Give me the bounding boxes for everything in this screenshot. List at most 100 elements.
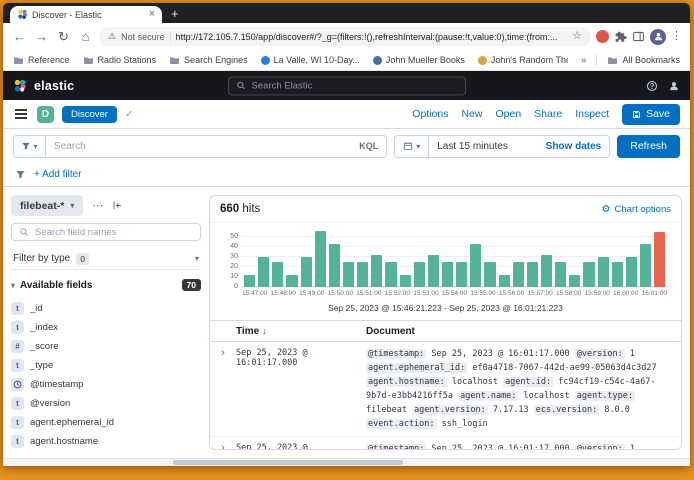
forward-icon[interactable]: → [33, 30, 50, 43]
doc-field-key: @version: [575, 349, 625, 359]
histogram-bar[interactable] [555, 262, 566, 287]
security-label[interactable]: Not secure [121, 32, 165, 42]
histogram-bar[interactable] [527, 262, 538, 287]
field-item[interactable]: t_type [11, 357, 201, 373]
chart-options-button[interactable]: ⚙ Chart options [602, 204, 671, 215]
kql-label[interactable]: KQL [351, 141, 386, 151]
histogram-bar[interactable] [612, 262, 623, 287]
histogram-bar[interactable] [583, 262, 594, 287]
breadcrumb[interactable]: Discover [62, 106, 117, 123]
space-badge[interactable]: D [37, 106, 54, 123]
url-text[interactable]: http://172.105.7.150/app/discover#/?_g=(… [176, 32, 568, 42]
field-item[interactable]: t_id [11, 300, 201, 316]
histogram-bar[interactable] [400, 275, 411, 287]
refresh-button[interactable]: Refresh [617, 135, 680, 158]
field-item[interactable]: #_score [11, 338, 201, 354]
histogram-bar[interactable] [301, 257, 312, 287]
filter-by-type[interactable]: Filter by type 0 ▾ [11, 248, 201, 270]
field-item[interactable]: @timestamp [11, 376, 201, 392]
histogram-bar[interactable] [456, 262, 467, 287]
filter-icon[interactable] [15, 169, 26, 180]
browser-menu-icon[interactable]: ⋮ [671, 31, 682, 42]
histogram-bar[interactable] [286, 275, 297, 287]
date-quick-select-button[interactable]: ▾ [395, 136, 429, 157]
field-item[interactable]: t@version [11, 395, 201, 411]
elastic-logo[interactable] [13, 79, 27, 93]
elastic-search-input[interactable]: Search Elastic [228, 76, 466, 95]
histogram-bar[interactable] [598, 257, 609, 287]
histogram-bar[interactable] [428, 255, 439, 287]
bookmark-item[interactable]: Radio Stations [83, 55, 157, 66]
histogram-bar[interactable] [343, 262, 354, 287]
help-icon[interactable] [646, 80, 658, 92]
filter-count-badge: 0 [76, 253, 89, 265]
expand-row-icon[interactable]: › [210, 347, 236, 431]
histogram-bar[interactable] [357, 262, 368, 287]
header-icons [646, 80, 680, 92]
expand-row-icon[interactable]: › [210, 442, 236, 449]
histogram-bar[interactable] [569, 275, 580, 287]
bookmark-item[interactable]: John Mueller Books [373, 55, 465, 65]
bookmark-item[interactable]: Search Engines [169, 55, 248, 66]
scrollbar-thumb[interactable] [173, 460, 403, 465]
available-fields-header[interactable]: ▾ Available fields 70 [11, 277, 201, 293]
ellipsis-icon[interactable]: ⋯ [92, 199, 103, 212]
histogram-bar[interactable] [640, 244, 651, 287]
bookmark-item[interactable]: John's Random Tho... [478, 55, 568, 65]
nav-link-new[interactable]: New [461, 108, 482, 120]
address-bar[interactable]: ⚠ Not secure http://172.105.7.150/app/di… [99, 27, 591, 46]
field-search-input[interactable]: Search field names [11, 223, 201, 241]
field-item[interactable]: t_index [11, 319, 201, 335]
horizontal-scrollbar[interactable] [3, 458, 690, 466]
user-avatar-icon[interactable] [668, 80, 680, 92]
histogram-bar[interactable] [626, 257, 637, 287]
nav-link-options[interactable]: Options [412, 108, 448, 120]
histogram-bar[interactable] [315, 231, 326, 287]
histogram-bar-current[interactable] [654, 232, 665, 287]
search-input[interactable]: Search [46, 141, 351, 152]
side-panel-icon[interactable] [632, 30, 645, 43]
browser-tab[interactable]: Discover - Elastic × [10, 6, 162, 23]
new-tab-button[interactable]: + [171, 7, 179, 20]
collapse-sidebar-icon[interactable] [112, 200, 123, 211]
histogram-bar[interactable] [371, 255, 382, 287]
extensions-puzzle-icon[interactable] [614, 30, 627, 43]
field-item[interactable]: tagent.hostname [11, 433, 201, 449]
tab-close-icon[interactable]: × [149, 9, 155, 20]
histogram-bar[interactable] [484, 262, 495, 287]
time-column-header[interactable]: Time ↓ [236, 326, 366, 337]
histogram-bar[interactable] [258, 257, 269, 287]
saved-query-button[interactable]: ▾ [14, 136, 46, 157]
home-icon[interactable]: ⌂ [77, 30, 94, 43]
add-filter-button[interactable]: + Add filter [34, 169, 82, 180]
histogram-bar[interactable] [442, 262, 453, 287]
profile-avatar[interactable] [650, 29, 666, 45]
histogram-bar[interactable] [414, 262, 425, 287]
sort-desc-icon[interactable]: ↓ [262, 326, 267, 336]
bookmark-item[interactable]: La Valle, WI 10-Day... [261, 55, 360, 65]
save-button[interactable]: Save [622, 104, 680, 125]
histogram-bar[interactable] [499, 275, 510, 287]
show-dates-button[interactable]: Show dates [546, 141, 610, 152]
histogram-bar[interactable] [513, 262, 524, 287]
histogram-bar[interactable] [329, 244, 340, 287]
all-bookmarks-button[interactable]: All Bookmarks [607, 55, 680, 66]
back-icon[interactable]: ← [11, 30, 28, 43]
bookmark-star-icon[interactable]: ☆ [572, 31, 582, 42]
extension-icon[interactable] [596, 30, 609, 43]
nav-link-open[interactable]: Open [495, 108, 521, 120]
field-item[interactable]: tagent.ephemeral_id [11, 414, 201, 430]
nav-link-share[interactable]: Share [534, 108, 562, 120]
time-range-value[interactable]: Last 15 minutes [429, 141, 545, 152]
menu-hamburger-icon[interactable] [15, 113, 27, 115]
histogram-bar[interactable] [470, 244, 481, 287]
reload-icon[interactable]: ↻ [55, 30, 72, 43]
data-view-selector[interactable]: filebeat-* ▾ [11, 195, 83, 216]
bookmark-item[interactable]: Reference [13, 55, 70, 66]
bookmarks-overflow-icon[interactable]: » [581, 55, 587, 66]
histogram-bar[interactable] [272, 262, 283, 287]
histogram-bar[interactable] [385, 262, 396, 287]
histogram-bar[interactable] [244, 275, 255, 287]
histogram-bar[interactable] [541, 255, 552, 287]
nav-link-inspect[interactable]: Inspect [575, 108, 609, 120]
